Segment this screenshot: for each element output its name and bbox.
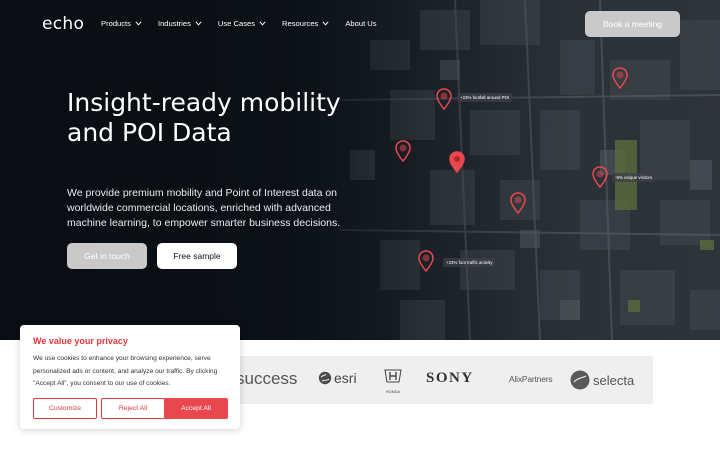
globe-icon: [318, 371, 332, 385]
esri-logo: esri: [318, 370, 357, 386]
nav-item-label: Products: [101, 19, 131, 28]
chevron-down-icon: [322, 21, 329, 26]
hero-title: Insight-ready mobility and POI Data: [67, 88, 341, 147]
esri-logo-text: esri: [334, 370, 357, 386]
map-stat-label: +23% foot traffic activity: [443, 258, 496, 267]
chevron-down-icon: [195, 21, 202, 26]
nav-item-about-us[interactable]: About Us: [345, 19, 376, 28]
map-stat-label: -5% unique visitors: [612, 173, 656, 182]
hero-overlay: [0, 0, 720, 340]
hero-description: We provide premium mobility and Point of…: [67, 187, 341, 229]
map-pin-icon: [436, 88, 452, 110]
book-meeting-button[interactable]: Book a meeting: [585, 11, 680, 37]
client-logos-strip: success esri HONDA SONY AlixPartners sel…: [226, 356, 653, 404]
map-pin-icon: [510, 192, 526, 214]
map-pin-icon: [612, 67, 628, 89]
nav-item-label: Industries: [157, 19, 191, 28]
accept-all-button[interactable]: Accept All: [164, 398, 228, 419]
top-nav: echo Products Industries Use Cases Resou…: [0, 0, 720, 48]
chevron-down-icon: [259, 21, 266, 26]
hero-section: +23% footfall around POI -5% unique visi…: [0, 0, 720, 340]
nav-item-resources[interactable]: Resources: [282, 19, 329, 28]
nav-item-products[interactable]: Products: [101, 19, 142, 28]
map-stat-label: +23% footfall around POI: [457, 93, 513, 102]
chevron-down-icon: [135, 21, 142, 26]
honda-logo: HONDA: [381, 369, 405, 394]
honda-h-icon: [384, 369, 402, 383]
free-sample-button[interactable]: Free sample: [157, 243, 237, 269]
nav-item-use-cases[interactable]: Use Cases: [218, 19, 266, 28]
map-pin-icon: [395, 140, 411, 162]
cookie-title: We value your privacy: [33, 336, 128, 346]
nav-item-label: About Us: [345, 19, 377, 28]
map-pin-icon: [418, 250, 434, 272]
nav-item-label: Use Cases: [217, 19, 256, 28]
map-pin-icon: [449, 151, 465, 173]
nav-item-industries[interactable]: Industries: [158, 19, 202, 28]
reject-all-button[interactable]: Reject All: [101, 398, 165, 419]
selecta-logo-text: selecta: [593, 372, 635, 388]
echo-logo[interactable]: echo: [42, 14, 84, 34]
selecta-logo: selecta: [570, 370, 634, 390]
get-in-touch-button[interactable]: Get in touch: [67, 243, 147, 269]
nav-menu: Products Industries Use Cases Resources …: [101, 19, 377, 28]
honda-logo-text: HONDA: [385, 389, 401, 394]
success-logo: success: [236, 369, 298, 388]
cookie-consent-banner: We value your privacy We use cookies to …: [20, 325, 240, 429]
alixpartners-logo: AlixPartners: [509, 374, 553, 384]
page: +23% footfall around POI -5% unique visi…: [0, 0, 720, 450]
customize-button[interactable]: Customize: [33, 398, 97, 419]
selecta-mark-icon: [570, 370, 590, 390]
nav-item-label: Resources: [282, 19, 319, 28]
sony-logo: SONY: [426, 370, 474, 386]
cookie-text: We use cookies to enhance your browsing …: [33, 355, 218, 387]
map-pin-icon: [592, 166, 608, 188]
